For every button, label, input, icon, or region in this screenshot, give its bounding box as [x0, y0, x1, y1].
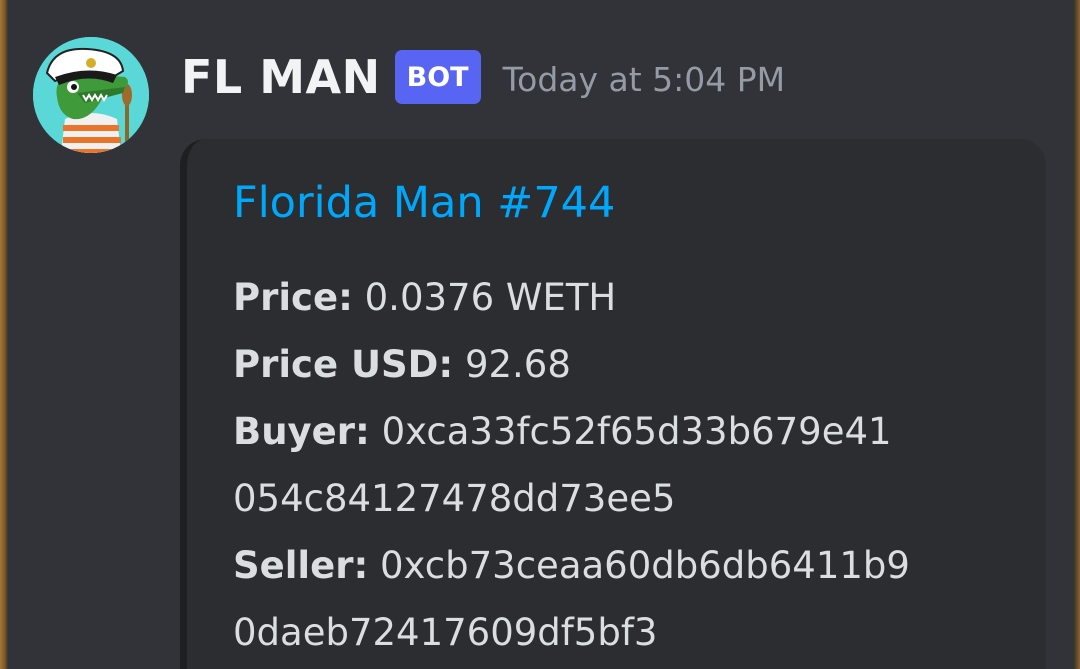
- field-label-buyer: Buyer:: [233, 410, 370, 453]
- sale-embed: Florida Man #744 Price: 0.0376 WETH Pric…: [180, 139, 1046, 669]
- field-price-usd: Price USD: 92.68: [233, 331, 1033, 398]
- field-buyer: Buyer: 0xca33fc52f65d33b679e41: [233, 398, 1033, 465]
- bot-badge: BOT: [394, 50, 481, 104]
- crocodile-captain-icon: [33, 37, 149, 153]
- message-header: FL MAN BOT Today at 5:04 PM: [181, 48, 785, 106]
- field-value-seller: 0xcb73ceaa60db6db6411b9: [380, 544, 910, 587]
- field-value-buyer: 0xca33fc52f65d33b679e41: [381, 410, 892, 453]
- username[interactable]: FL MAN: [181, 48, 381, 106]
- timestamp[interactable]: Today at 5:04 PM: [503, 45, 786, 109]
- field-label-price: Price:: [233, 276, 353, 319]
- field-seller-continuation: 0daeb72417609df5bf3: [233, 611, 658, 654]
- field-seller: Seller: 0xcb73ceaa60db6db6411b9: [233, 532, 1033, 599]
- embed-title[interactable]: Florida Man #744: [233, 175, 615, 231]
- field-value-price: 0.0376 WETH: [364, 276, 617, 319]
- field-label-seller: Seller:: [233, 544, 369, 587]
- window-edge-right: [1074, 0, 1080, 669]
- embed-fields: Price: 0.0376 WETH Price USD: 92.68 Buye…: [233, 264, 1033, 666]
- window-edge-left: [0, 0, 8, 669]
- field-price: Price: 0.0376 WETH: [233, 264, 1033, 331]
- field-buyer-continuation: 054c84127478dd73ee5: [233, 477, 676, 520]
- field-value-price-usd: 92.68: [464, 343, 571, 386]
- avatar[interactable]: [33, 37, 149, 153]
- discord-message-view: FL MAN BOT Today at 5:04 PM Florida Man …: [0, 0, 1080, 669]
- field-label-price-usd: Price USD:: [233, 343, 454, 386]
